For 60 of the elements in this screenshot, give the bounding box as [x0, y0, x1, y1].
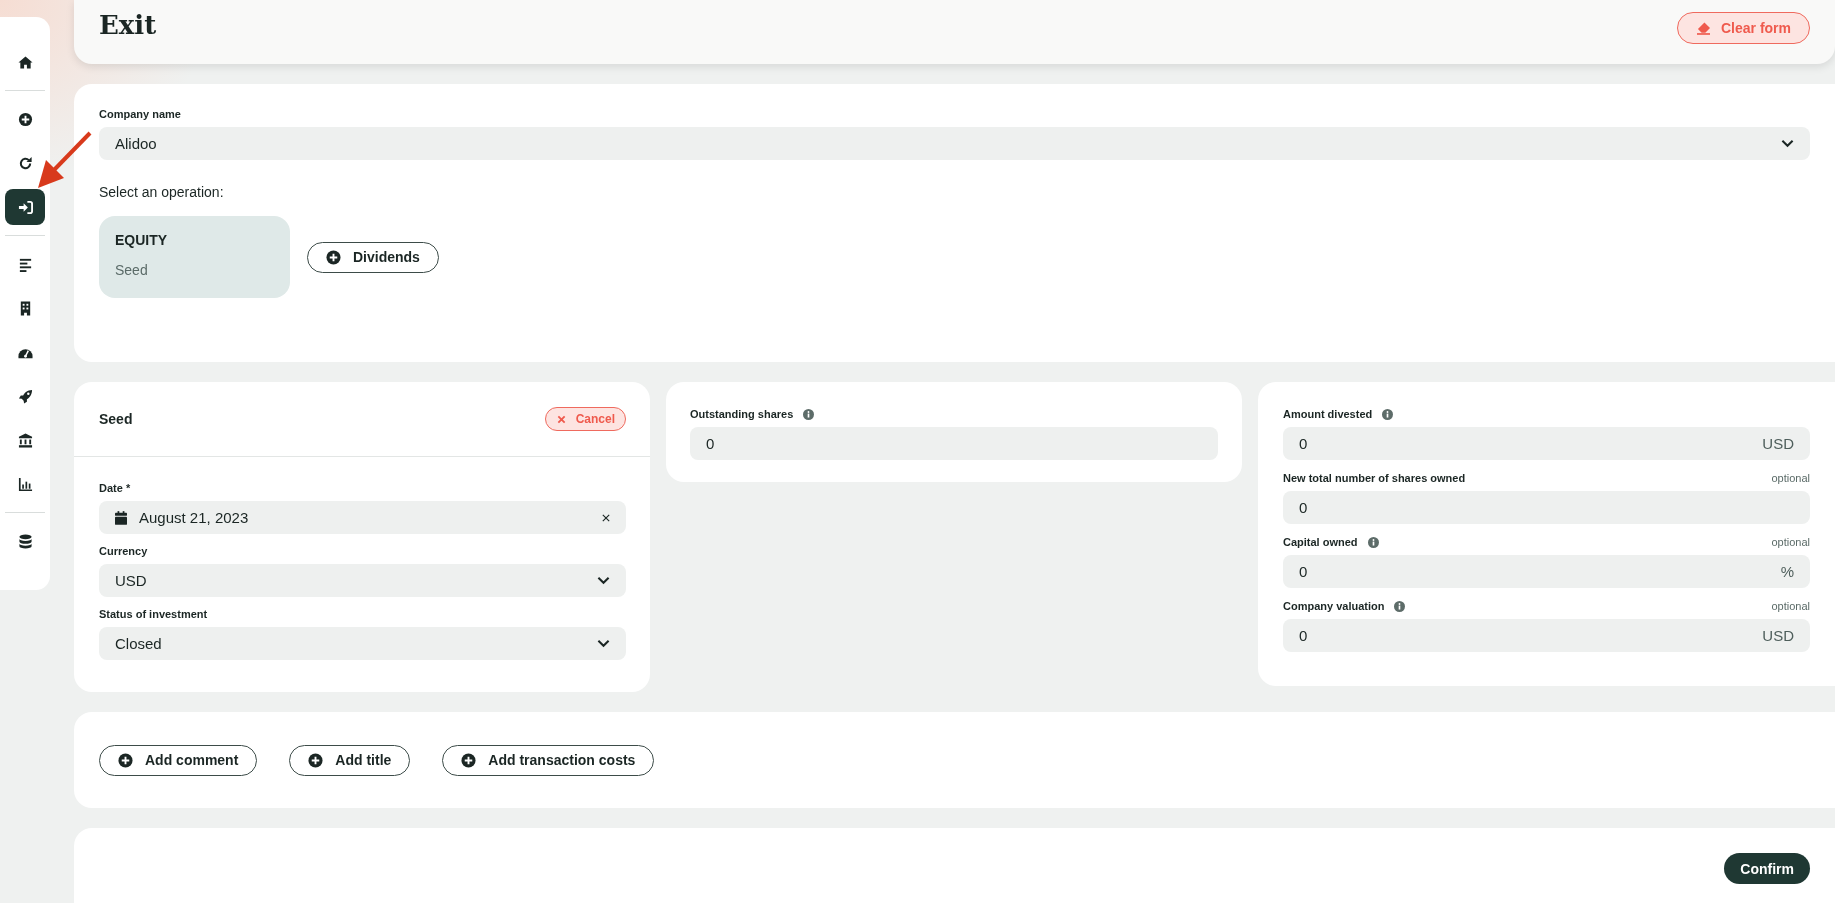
chevron-down-icon: [597, 639, 610, 648]
optional-note: optional: [1771, 600, 1810, 612]
field-label: Status of investment: [99, 608, 209, 620]
redo-icon: [17, 155, 33, 171]
page-title: Exit: [99, 10, 157, 40]
field-label: Outstanding shares: [690, 408, 794, 420]
plus-icon: [17, 111, 33, 127]
add-button[interactable]: Add comment: [99, 744, 258, 776]
field-label: New total number of shares owned: [1283, 472, 1466, 484]
calendar-icon: [115, 510, 127, 525]
unit-label: %: [1780, 563, 1794, 580]
number-field[interactable]: 0 USD: [1283, 619, 1810, 652]
number-field[interactable]: 0 USD: [1283, 427, 1810, 460]
chevron-down-icon: [1781, 139, 1794, 148]
field-label: Date *: [99, 482, 132, 494]
home-icon: [17, 54, 33, 70]
unit-label: USD: [1762, 627, 1794, 644]
dividends-button[interactable]: Dividends: [307, 241, 439, 273]
chart-icon: [17, 476, 33, 492]
company-select[interactable]: Alidoo: [99, 127, 1810, 160]
chevron-down-icon: [597, 576, 610, 585]
add-button[interactable]: Add transaction costs: [442, 744, 655, 776]
field-label: Company name: [99, 108, 182, 120]
number-field[interactable]: 0: [1283, 491, 1810, 524]
info-icon[interactable]: [1382, 408, 1394, 420]
plus-circle-icon: [308, 752, 324, 768]
confirm-button[interactable]: Confirm: [1724, 853, 1810, 884]
info-icon[interactable]: [1367, 536, 1379, 548]
db-icon: [17, 533, 33, 549]
plus-circle-icon: [461, 752, 477, 768]
plus-circle-icon: [326, 249, 341, 265]
bank-icon: [17, 432, 33, 448]
section-title: Seed: [99, 411, 133, 427]
tile-subtitle: Seed: [115, 262, 149, 278]
field-label: Company valuation: [1283, 600, 1385, 612]
tile-title: EQUITY: [115, 232, 169, 248]
field-label: Currency: [99, 545, 149, 557]
select-field[interactable]: Closed: [99, 627, 626, 660]
exit-icon: [17, 199, 33, 215]
info-icon[interactable]: [803, 408, 815, 420]
number-field[interactable]: 0 %: [1283, 555, 1810, 588]
number-field[interactable]: 0: [690, 427, 1218, 460]
select-field[interactable]: USD: [99, 564, 626, 597]
eraser-icon: [1695, 21, 1711, 35]
optional-note: optional: [1771, 472, 1810, 484]
exit-nav-button[interactable]: [5, 189, 45, 225]
field-label: Capital owned: [1283, 536, 1358, 548]
plus-circle-icon: [118, 752, 133, 768]
unit-label: USD: [1762, 435, 1794, 452]
info-icon[interactable]: [1394, 600, 1406, 612]
operation-prompt: Select an operation:: [99, 184, 225, 200]
add-button[interactable]: Add title: [289, 744, 411, 776]
lines-icon: [17, 256, 33, 272]
equity-tile[interactable]: EQUITY Seed: [99, 216, 290, 298]
field-label: Amount divested: [1283, 408, 1373, 420]
clear-icon[interactable]: [602, 513, 610, 522]
rocket-icon: [17, 388, 33, 404]
close-icon: [556, 414, 566, 424]
optional-note: optional: [1771, 536, 1810, 548]
date-field[interactable]: August 21, 2023: [99, 501, 626, 534]
